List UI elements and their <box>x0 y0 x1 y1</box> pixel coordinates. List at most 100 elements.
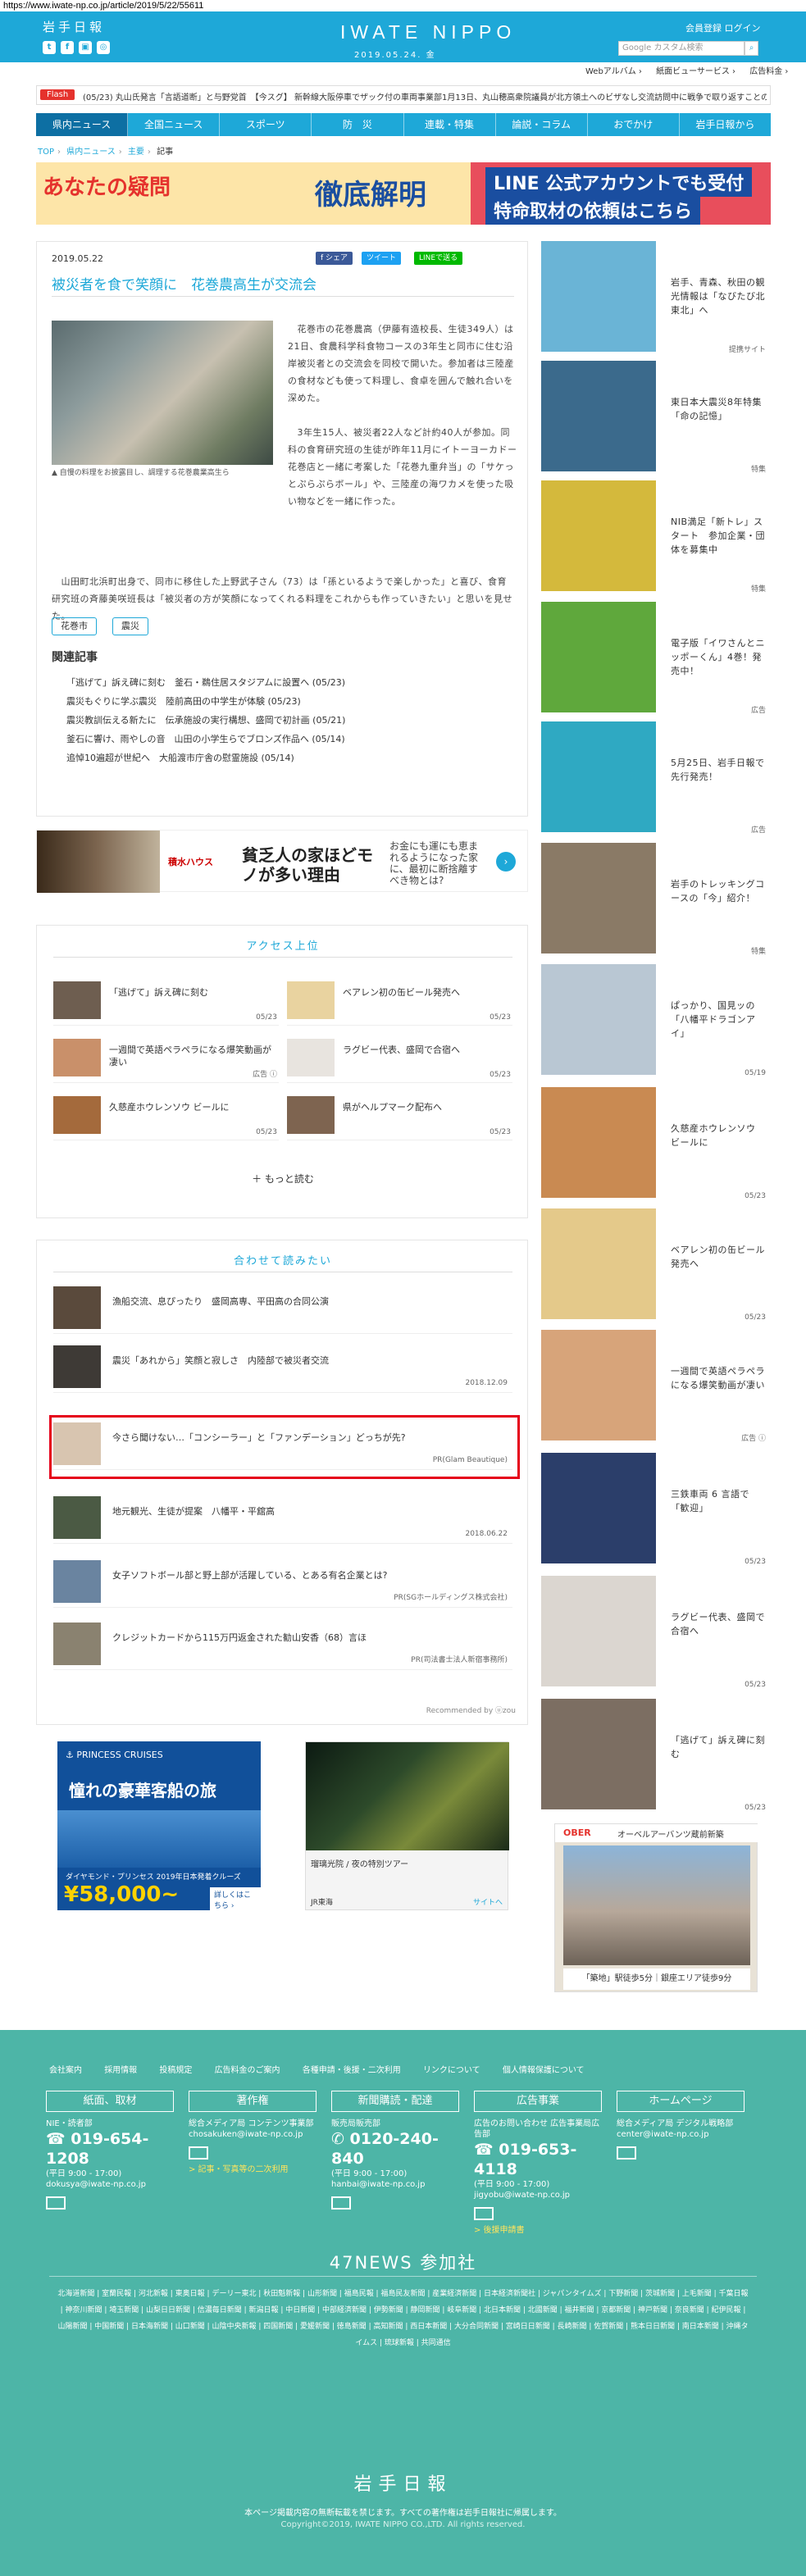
subnav-webalbum[interactable]: Webアルバム › <box>585 67 642 76</box>
sidebar-text: 岩手のトレッキングコースの「今」紹介！ <box>671 879 765 903</box>
recommended-item-pr[interactable]: 女子ソフトボール部と野上部が活躍している、とある有名企業とは? PR(SGホール… <box>53 1555 512 1608</box>
footer-link[interactable]: 広告料金のご案内 <box>215 2066 280 2075</box>
member-links[interactable]: 会員登録 ログイン <box>685 21 761 34</box>
footer-link[interactable]: リンクについて <box>423 2066 480 2075</box>
nav-local-news[interactable]: 県内ニュース <box>36 113 129 136</box>
footer-column-heading[interactable]: 著作権 <box>189 2091 316 2112</box>
article-photo[interactable] <box>52 321 273 465</box>
tweet-button[interactable]: ツイート <box>362 252 402 265</box>
footer-link[interactable]: 個人情報保護について <box>503 2066 585 2075</box>
ranking-item[interactable]: ラグビー代表、盛岡で合宿へ 05/23 <box>287 1035 512 1083</box>
garden-ad[interactable]: 瑠璃光院 / 夜の特別ツアー JR東海 サイトへ <box>305 1741 509 1910</box>
footer-email[interactable]: center@iwate-np.co.jp <box>617 2129 745 2140</box>
sidebar-item[interactable]: 一週間で英語ペラペラになる爆笑動画が凄い 広告 ⓘ <box>541 1330 771 1445</box>
sidebar-text: ベアレン初の缶ビール発売へ <box>671 1245 765 1269</box>
related-item[interactable]: 震災もぐりに学ぶ震災 陸前高田の中学生が体験 (05/23) <box>66 692 514 711</box>
footer-email[interactable]: chosakuken@iwate-np.co.jp <box>189 2129 316 2140</box>
facebook-icon[interactable]: f <box>61 41 74 54</box>
sidebar-item[interactable]: 5月25日、岩手日報で先行発売！ 広告 <box>541 721 771 836</box>
sidebar-item[interactable]: 「逃げて」訴え碑に刻む 05/23 <box>541 1699 771 1814</box>
partner-papers[interactable]: 北海道新聞 | 室蘭民報 | 河北新報 | 東奥日報 | デーリー東北 | 秋田… <box>57 2286 749 2351</box>
subnav-viewer[interactable]: 紙面ビューサービス › <box>656 67 735 76</box>
nav-national-news[interactable]: 全国ニュース <box>128 113 221 136</box>
footer-link[interactable]: 採用情報 <box>104 2066 137 2075</box>
ranking-item[interactable]: ベアレン初の缶ビール発売へ 05/23 <box>287 978 512 1026</box>
sidebar-item[interactable]: ラグビー代表、盛岡で合宿へ 05/23 <box>541 1576 771 1691</box>
related-item[interactable]: 釜石に響け、雨やしの音 山田の小学生らでブロンズ作品へ (05/14) <box>66 730 514 749</box>
line-share-button[interactable]: LINEで送る <box>414 252 463 265</box>
ranking-item[interactable]: 県がヘルプマーク配布へ 05/23 <box>287 1093 512 1140</box>
footer-logo[interactable]: 岩手日報 <box>0 2469 806 2496</box>
recommended-item-pr[interactable]: クレジットカードから115万円返金された勧山安香（68）言ほ PR(司法書士法人… <box>53 1618 512 1670</box>
sidebar-item[interactable]: ベアレン初の缶ビール発売へ 05/23 <box>541 1208 771 1323</box>
site-logo[interactable]: 岩手日報 <box>43 18 105 35</box>
breadcrumb-top[interactable]: TOP <box>38 148 54 157</box>
footer-sublink[interactable]: > 後援申請書 <box>474 2225 602 2236</box>
nav-sports[interactable]: スポーツ <box>220 113 312 136</box>
footer-link[interactable]: 各種申請・後援・二次利用 <box>303 2066 401 2075</box>
garden-site-link[interactable]: サイトへ <box>473 1896 503 1907</box>
footer-link[interactable]: 会社案内 <box>49 2066 82 2075</box>
ranking-item[interactable]: 「逃げて」訴え碑に刻む 05/23 <box>53 978 279 1026</box>
footer-sublink[interactable]: > 記事・写真等の二次利用 <box>189 2164 316 2175</box>
nav-editorial[interactable]: 論説・コラム <box>496 113 588 136</box>
sidebar-item[interactable]: NIB満足「新トレ」スタート 参加企業・団体を募集中 特集 <box>541 480 771 595</box>
tag-shinsai[interactable]: 震災 <box>112 617 148 635</box>
recommended-item[interactable]: 地元観光、生徒が提案 八幡平・平舘高 2018.06.22 <box>53 1491 512 1544</box>
mail-icon[interactable] <box>189 2146 208 2160</box>
url-bar[interactable]: https://www.iwate-np.co.jp/article/2019/… <box>0 0 806 11</box>
mail-icon[interactable] <box>474 2207 494 2220</box>
sidebar-item[interactable]: ぱっかり、国見ッの「八幡平ドラゴンアイ」 05/19 <box>541 964 771 1079</box>
more-button[interactable]: ＋ もっと読む <box>37 1172 529 1186</box>
recommended-item[interactable]: 震災「あれから」笑顔と寂しさ 内陸部で被災者交流 2018.12.09 <box>53 1340 512 1393</box>
mail-icon[interactable] <box>331 2196 351 2210</box>
investigation-banner[interactable]: あなたの疑問 徹底解明 LINE 公式アカウントでも受付 特命取材の依頼はこちら <box>36 162 771 225</box>
cruise-ad[interactable]: ⚓ PRINCESS CRUISES 憧れの豪華客船の旅 ダイヤモンド・プリンセ… <box>57 1741 261 1912</box>
search-input[interactable]: Google カスタム検索 <box>618 41 745 56</box>
tag-hanamaki[interactable]: 花巻市 <box>52 617 97 635</box>
mail-icon[interactable] <box>46 2196 66 2210</box>
cruise-details-button[interactable]: 詳しくはこちら › <box>210 1887 261 1912</box>
realestate-ad[interactable]: OBER オーベルアーバンツ蔵前新築 「築地」駅徒歩5分｜銀座エリア徒歩9分 <box>554 1823 758 1992</box>
footer-email[interactable]: dokusya@iwate-np.co.jp <box>46 2179 174 2190</box>
related-item[interactable]: 震災教訓伝える新たに 伝承施設の実行構想、盛岡で初計画 (05/21) <box>66 711 514 730</box>
search-icon[interactable]: ⌕ <box>745 41 758 56</box>
brand-wordmark[interactable]: IWATE NIPPO <box>340 21 516 43</box>
related-item[interactable]: 追悼10遍超が世紀へ 大船渡市庁舎の慰霊施設 (05/14) <box>66 749 514 767</box>
ranking-item[interactable]: 一週間で英語ペラペラになる爆笑動画が凄い 広告 ⓘ <box>53 1035 279 1083</box>
footer-email[interactable]: hanbai@iwate-np.co.jp <box>331 2179 459 2190</box>
sidebar-item[interactable]: 岩手、青森、秋田の観光情報は「なびたび北東北」へ 提携サイト <box>541 241 771 356</box>
nav-disaster[interactable]: 防 災 <box>312 113 404 136</box>
footer-link[interactable]: 投稿規定 <box>159 2066 192 2075</box>
ad-strip[interactable]: 積水ハウス 貧乏人の家ほどモノが多い理由 お金にも運にも恵まれるようになった家に… <box>36 830 528 893</box>
ranking-item[interactable]: 久慈産ホウレンソウ ビールに 05/23 <box>53 1093 279 1140</box>
footer-column-heading[interactable]: ホームページ <box>617 2091 745 2112</box>
nav-outing[interactable]: おでかけ <box>588 113 680 136</box>
related-item[interactable]: 「逃げて」訴え碑に刻む 釜石・鵜住居スタジアムに設置へ (05/23) <box>66 673 514 692</box>
ranking-date: 05/23 <box>490 1071 511 1079</box>
breadcrumb-local[interactable]: 県内ニュース <box>66 148 116 157</box>
sidebar-item[interactable]: 三鉄車両 6 言語で「歓迎」 05/23 <box>541 1453 771 1568</box>
breadcrumb-main[interactable]: 主要 <box>128 148 144 157</box>
line-icon[interactable]: ▣ <box>79 41 92 54</box>
flash-text[interactable]: (05/23) 丸山氏発言「言語道断」と与野党首 【今スグ】 新幹線大阪停車でザ… <box>83 90 767 102</box>
powered-by[interactable]: Recommended by ⓤzou <box>426 1704 516 1715</box>
footer-column-heading[interactable]: 新聞購読・配達 <box>331 2091 459 2112</box>
mail-icon[interactable] <box>617 2146 636 2160</box>
sidebar-item[interactable]: 岩手のトレッキングコースの「今」紹介！ 特集 <box>541 843 771 958</box>
nav-features[interactable]: 連載・特集 <box>404 113 496 136</box>
footer-column-heading[interactable]: 広告事業 <box>474 2091 602 2112</box>
chevron-right-icon[interactable]: › <box>496 852 516 872</box>
footer-column-heading[interactable]: 紙面、取材 <box>46 2091 174 2112</box>
facebook-share-button[interactable]: f シェア <box>316 252 353 265</box>
twitter-icon[interactable]: t <box>43 41 56 54</box>
sidebar-item[interactable]: 電子版「イワさんとニッポーくん」4巻！発売中！ 広告 <box>541 602 771 717</box>
sidebar-item[interactable]: 久慈産ホウレンソウ ビールに 05/23 <box>541 1087 771 1202</box>
sidebar-item[interactable]: 東日本大震災8年特集「命の記憶」 特集 <box>541 361 771 476</box>
footer-email[interactable]: jigyobu@iwate-np.co.jp <box>474 2190 602 2201</box>
nav-from-nippo[interactable]: 岩手日報から <box>680 113 771 136</box>
cruise-brand: ⚓ PRINCESS CRUISES <box>66 1750 163 1760</box>
instagram-icon[interactable]: ◎ <box>97 41 110 54</box>
subnav-adrates[interactable]: 広告料金 › <box>749 67 788 76</box>
recommended-item[interactable]: 漁船交流、息ぴったり 盛岡高専、平田高の合同公演 <box>53 1281 512 1334</box>
